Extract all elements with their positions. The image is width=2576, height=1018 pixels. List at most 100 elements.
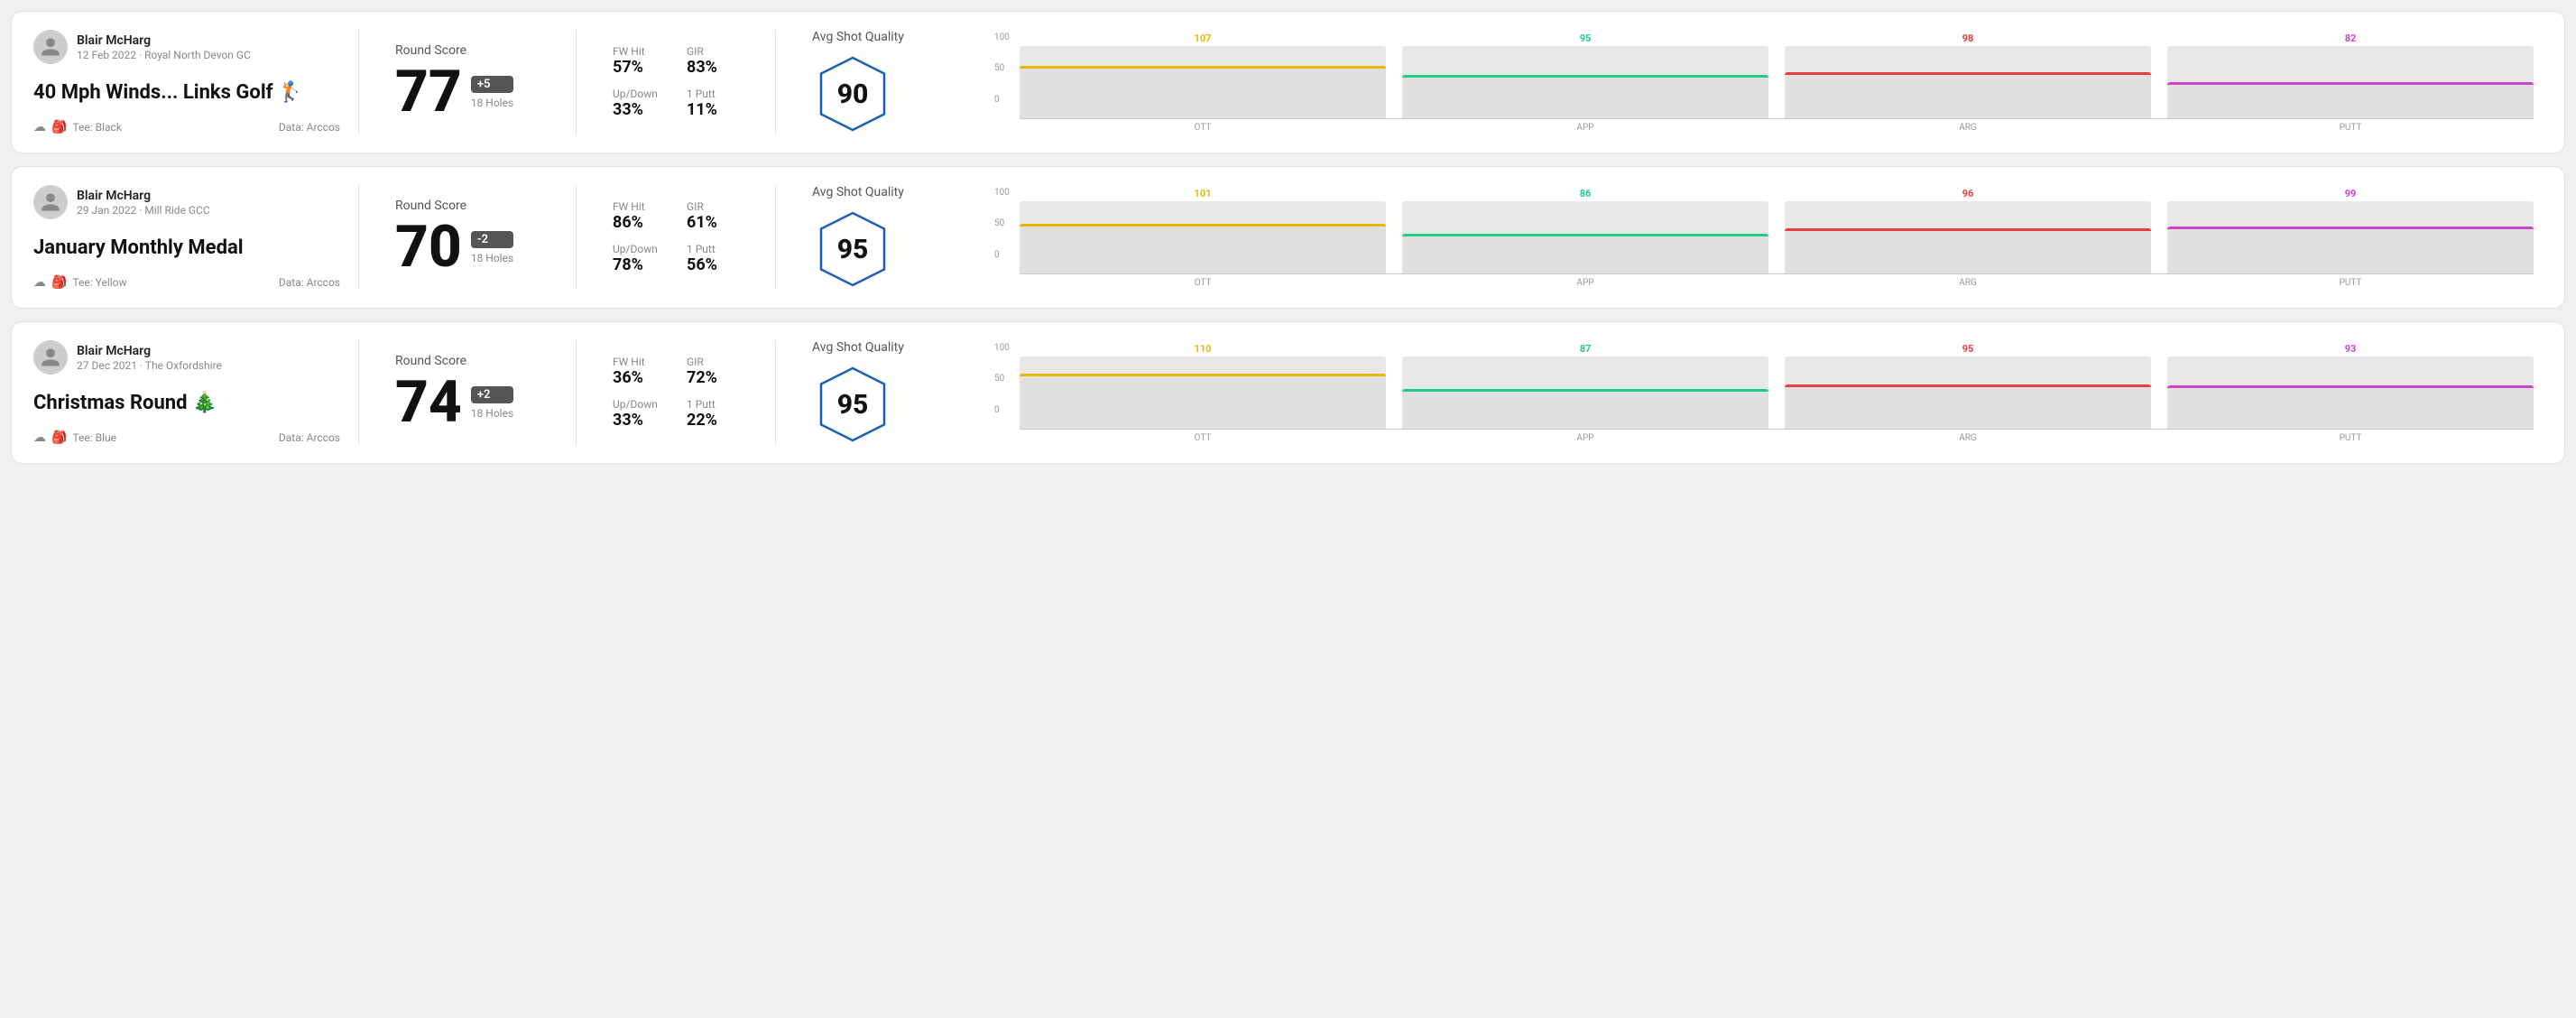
bar-wrapper — [1402, 46, 1768, 118]
quality-score: 95 — [837, 389, 869, 421]
bar-top-value: 107 — [1020, 32, 1386, 44]
bar-color-line — [2167, 82, 2534, 85]
chart-section: 101869699100500OTTAPPARGPUTT — [974, 185, 2543, 290]
avatar — [33, 30, 68, 64]
stat-updown-value: 33% — [613, 100, 665, 119]
tee-label: Tee: Black — [72, 121, 121, 134]
user-text: Blair McHarg27 Dec 2021 · The Oxfordshir… — [77, 344, 222, 372]
user-date: 29 Jan 2022 · Mill Ride GCC — [77, 204, 210, 217]
stats-grid: FW Hit86%GIR61%Up/Down78%1 Putt56% — [613, 200, 739, 274]
bar-wrapper — [1785, 356, 2151, 429]
x-label: ARG — [1785, 123, 2151, 133]
stats-section: FW Hit36%GIR72%Up/Down33%1 Putt22% — [595, 340, 757, 445]
y-label: 50 — [994, 374, 1010, 384]
y-axis-labels: 100500 — [994, 188, 1010, 260]
divider — [358, 340, 359, 445]
score-number: 77 — [395, 63, 462, 121]
bar-fill — [1785, 72, 2151, 117]
stat-fw-hit-value: 86% — [613, 213, 665, 232]
user-text: Blair McHarg29 Jan 2022 · Mill Ride GCC — [77, 189, 210, 217]
divider — [358, 30, 359, 134]
stats-section: FW Hit86%GIR61%Up/Down78%1 Putt56% — [595, 185, 757, 290]
chart-area: 110879593100500OTTAPPARGPUTT — [1020, 343, 2534, 443]
score-badge: +5 — [471, 76, 513, 93]
x-label: ARG — [1785, 433, 2151, 443]
bar-wrapper — [2167, 46, 2534, 118]
bar-top-value: 86 — [1402, 188, 1768, 199]
chart-area: 107959882100500OTTAPPARGPUTT — [1020, 32, 2534, 133]
bar-wrapper — [1402, 356, 1768, 429]
stat-oneputt-label: 1 Putt — [687, 243, 739, 255]
round-title: January Monthly Medal — [33, 236, 340, 259]
bar-fill — [1020, 224, 1386, 273]
bar-top-value: 95 — [1785, 343, 2151, 355]
hexagon: 95 — [812, 364, 893, 445]
bar-color-line — [1785, 72, 2151, 75]
user-text: Blair McHarg12 Feb 2022 · Royal North De… — [77, 33, 251, 61]
chart-top-values: 101869699 — [1020, 188, 2534, 199]
bar-color-line — [1402, 75, 1768, 78]
user-date: 12 Feb 2022 · Royal North Devon GC — [77, 49, 251, 61]
stat-gir-label: GIR — [687, 200, 739, 213]
stat-oneputt-value: 11% — [687, 100, 739, 119]
round-title: Christmas Round 🎄 — [33, 392, 340, 414]
stat-fw-hit-label: FW Hit — [613, 356, 665, 368]
y-label: 50 — [994, 63, 1010, 73]
bar-fill — [1402, 389, 1768, 429]
quality-label: Avg Shot Quality — [812, 30, 904, 44]
stat-fw-hit: FW Hit36% — [613, 356, 665, 387]
tee-info: ☁ 🎒 Tee: Black — [33, 120, 122, 134]
divider — [576, 340, 577, 445]
quality-score: 95 — [837, 234, 869, 265]
hexagon: 95 — [812, 208, 893, 290]
chart-area: 101869699100500OTTAPPARGPUTT — [1020, 188, 2534, 288]
x-label: ARG — [1785, 278, 2151, 288]
score-label: Round Score — [395, 354, 540, 368]
stat-gir-value: 83% — [687, 58, 739, 77]
holes-text: 18 Holes — [471, 407, 513, 420]
chart-top-values: 107959882 — [1020, 32, 2534, 44]
bars-row — [1020, 47, 2534, 119]
bar-top-value: 95 — [1402, 32, 1768, 44]
user-info: Blair McHarg27 Dec 2021 · The Oxfordshir… — [33, 340, 340, 375]
stat-updown: Up/Down33% — [613, 88, 665, 119]
y-label: 100 — [994, 32, 1010, 42]
stats-section: FW Hit57%GIR83%Up/Down33%1 Putt11% — [595, 30, 757, 134]
stat-fw-hit-label: FW Hit — [613, 200, 665, 213]
user-name: Blair McHarg — [77, 33, 251, 48]
x-label: OTT — [1020, 123, 1386, 133]
quality-section: Avg Shot Quality 95 — [794, 185, 974, 290]
quality-section: Avg Shot Quality 90 — [794, 30, 974, 134]
x-label: APP — [1402, 433, 1768, 443]
y-label: 0 — [994, 405, 1010, 415]
score-section: Round Score74+218 Holes — [377, 340, 558, 445]
y-label: 50 — [994, 218, 1010, 228]
weather-icon: ☁ — [33, 275, 46, 290]
bar-fill — [1402, 234, 1768, 273]
stat-fw-hit: FW Hit86% — [613, 200, 665, 232]
tee-label: Tee: Blue — [72, 431, 116, 444]
bars-row — [1020, 357, 2534, 430]
x-label: OTT — [1020, 433, 1386, 443]
bar-top-value: 87 — [1402, 343, 1768, 355]
bottom-info: ☁ 🎒 Tee: Black Data: Arccos — [33, 120, 340, 134]
bag-icon: 🎒 — [51, 275, 67, 290]
stats-grid: FW Hit57%GIR83%Up/Down33%1 Putt11% — [613, 45, 739, 119]
hexagon-container: 90 — [812, 53, 893, 134]
holes-text: 18 Holes — [471, 97, 513, 109]
stat-updown-label: Up/Down — [613, 88, 665, 100]
stat-updown-value: 78% — [613, 255, 665, 274]
x-axis-labels: OTTAPPARGPUTT — [1020, 278, 2534, 288]
bars-row — [1020, 202, 2534, 274]
x-label: APP — [1402, 278, 1768, 288]
bar-fill — [1020, 66, 1386, 118]
x-label: PUTT — [2167, 433, 2534, 443]
user-date: 27 Dec 2021 · The Oxfordshire — [77, 359, 222, 372]
bar-top-value: 110 — [1020, 343, 1386, 355]
chart-section: 107959882100500OTTAPPARGPUTT — [974, 30, 2543, 134]
score-details: -218 Holes — [471, 231, 513, 264]
hexagon-container: 95 — [812, 364, 893, 445]
stat-gir-label: GIR — [687, 45, 739, 58]
user-info: Blair McHarg12 Feb 2022 · Royal North De… — [33, 30, 340, 64]
stat-gir-value: 72% — [687, 368, 739, 387]
